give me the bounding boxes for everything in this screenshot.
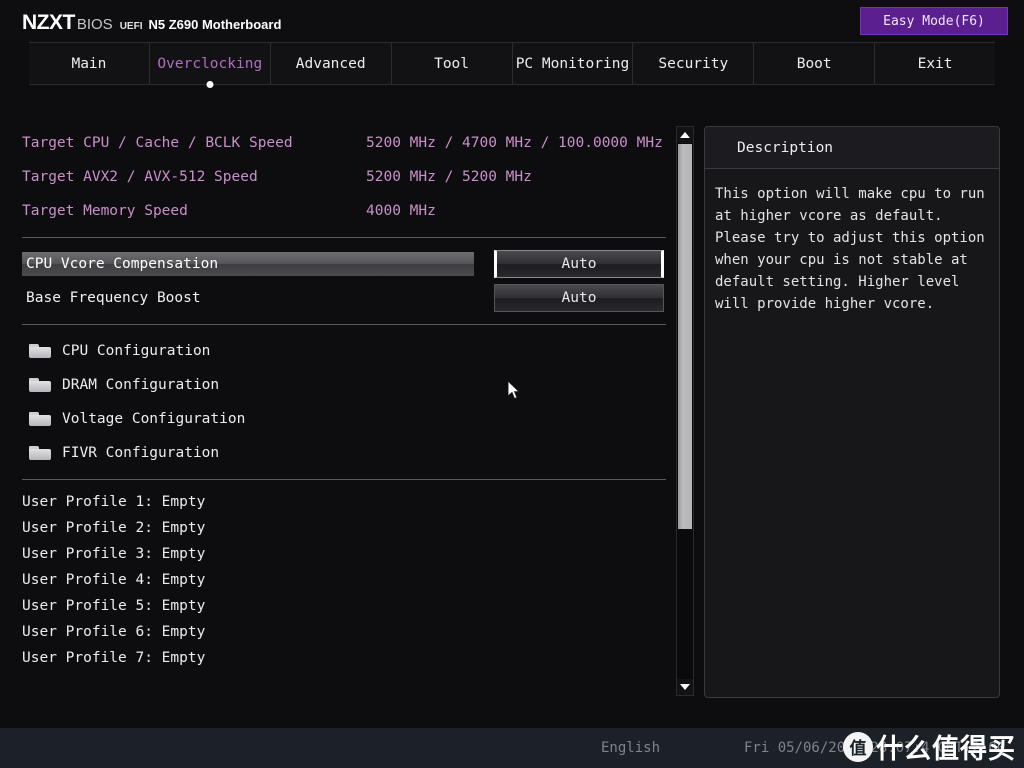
- info-label: Target Memory Speed: [22, 203, 188, 219]
- settings-scrollbar[interactable]: [676, 126, 694, 696]
- triangle-up-icon: [680, 132, 690, 138]
- base-frequency-boost-dropdown[interactable]: Auto: [494, 284, 664, 312]
- info-label: Target AVX2 / AVX-512 Speed: [22, 169, 258, 185]
- brand-name: NZXT: [22, 11, 75, 35]
- scroll-up-button[interactable]: [677, 127, 693, 143]
- description-text: This option will make cpu to run at high…: [705, 169, 999, 325]
- tab-overclocking[interactable]: Overclocking: [149, 43, 270, 84]
- divider: [22, 479, 666, 480]
- language-selector[interactable]: English: [601, 740, 660, 756]
- folder-icon: [29, 378, 51, 393]
- tab-security[interactable]: Security: [632, 43, 753, 84]
- main-content: Target CPU / Cache / BCLK Speed 5200 MHz…: [0, 86, 1024, 728]
- description-title: Description: [705, 127, 999, 169]
- folder-icon: [29, 412, 51, 427]
- brand-uefi-label: UEFI: [120, 21, 143, 32]
- folder-icon: [29, 344, 51, 359]
- easy-mode-button[interactable]: Easy Mode(F6): [860, 7, 1008, 35]
- motherboard-model: N5 Z690 Motherboard: [148, 17, 281, 32]
- scroll-down-button[interactable]: [677, 679, 693, 695]
- submenu-fivr-configuration[interactable]: FIVR Configuration: [22, 436, 666, 470]
- description-panel: Description This option will make cpu to…: [704, 126, 1000, 698]
- submenu-label: Voltage Configuration: [62, 411, 245, 427]
- tab-tool[interactable]: Tool: [391, 43, 512, 84]
- brand-logo: NZXT BIOS UEFI N5 Z690 Motherboard: [22, 11, 281, 35]
- folder-icon: [29, 446, 51, 461]
- option-row-base-frequency-boost[interactable]: Base Frequency Boost Auto: [22, 281, 666, 315]
- tab-exit[interactable]: Exit: [874, 43, 995, 84]
- user-profile-6[interactable]: User Profile 6: Empty: [22, 619, 666, 645]
- user-profile-3[interactable]: User Profile 3: Empty: [22, 541, 666, 567]
- user-profile-5[interactable]: User Profile 5: Empty: [22, 593, 666, 619]
- divider: [22, 237, 666, 238]
- info-label: Target CPU / Cache / BCLK Speed: [22, 135, 293, 151]
- cpu-vcore-compensation-dropdown[interactable]: Auto: [494, 250, 664, 278]
- info-value: 5200 MHz / 5200 MHz: [366, 169, 532, 185]
- user-profile-7[interactable]: User Profile 7: Empty: [22, 645, 666, 671]
- status-bar: English Fri 05/06/2022 28:07:4 GMT+2:00 …: [0, 728, 1024, 768]
- submenu-label: DRAM Configuration: [62, 377, 219, 393]
- submenu-label: CPU Configuration: [62, 343, 210, 359]
- settings-panel: Target CPU / Cache / BCLK Speed 5200 MHz…: [22, 126, 666, 706]
- info-value: 4000 MHz: [366, 203, 436, 219]
- user-profile-1[interactable]: User Profile 1: Empty: [22, 489, 666, 515]
- tab-main[interactable]: Main: [29, 43, 149, 84]
- brand-bios-label: BIOS: [77, 16, 113, 33]
- bios-screen: NZXT BIOS UEFI N5 Z690 Motherboard Easy …: [0, 0, 1024, 768]
- divider: [22, 324, 666, 325]
- scrollbar-thumb[interactable]: [678, 144, 692, 529]
- option-row-cpu-vcore-compensation[interactable]: CPU Vcore Compensation Auto: [22, 247, 666, 281]
- tab-advanced[interactable]: Advanced: [270, 43, 391, 84]
- datetime-display: Fri 05/06/2022 28:07:4 GMT+2:00: [744, 740, 1005, 756]
- info-row-memory: Target Memory Speed 4000 MHz: [22, 194, 666, 228]
- triangle-down-icon: [680, 684, 690, 690]
- header-bar: NZXT BIOS UEFI N5 Z690 Motherboard Easy …: [0, 0, 1024, 42]
- submenu-label: FIVR Configuration: [62, 445, 219, 461]
- option-label: Base Frequency Boost: [22, 286, 474, 310]
- submenu-cpu-configuration[interactable]: CPU Configuration: [22, 334, 666, 368]
- tab-boot[interactable]: Boot: [753, 43, 874, 84]
- info-row-cpu-cache-bclk: Target CPU / Cache / BCLK Speed 5200 MHz…: [22, 126, 666, 160]
- submenu-voltage-configuration[interactable]: Voltage Configuration: [22, 402, 666, 436]
- tab-bar: Main Overclocking Advanced Tool PC Monit…: [29, 42, 995, 85]
- info-row-avx: Target AVX2 / AVX-512 Speed 5200 MHz / 5…: [22, 160, 666, 194]
- tab-pc-monitoring[interactable]: PC Monitoring: [512, 43, 633, 84]
- submenu-dram-configuration[interactable]: DRAM Configuration: [22, 368, 666, 402]
- user-profile-2[interactable]: User Profile 2: Empty: [22, 515, 666, 541]
- option-label: CPU Vcore Compensation: [22, 252, 474, 276]
- user-profile-4[interactable]: User Profile 4: Empty: [22, 567, 666, 593]
- info-value: 5200 MHz / 4700 MHz / 100.0000 MHz: [366, 135, 663, 151]
